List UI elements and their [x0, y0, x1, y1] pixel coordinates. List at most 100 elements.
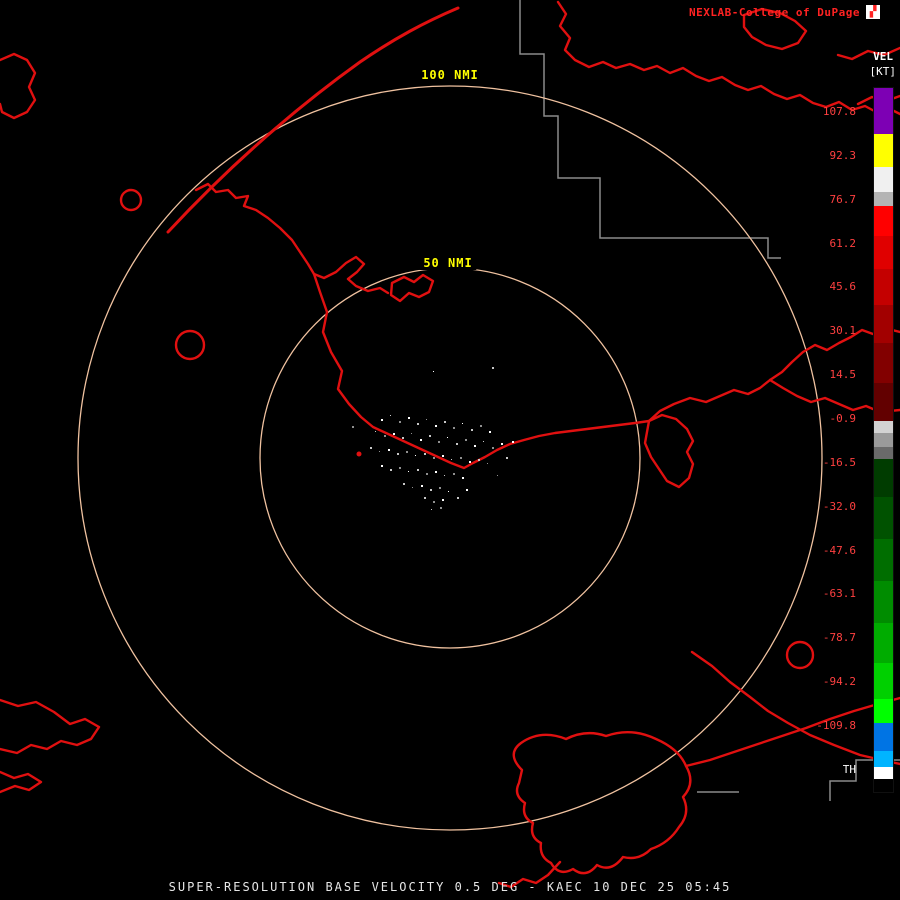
- velocity-echo-pixel: [420, 439, 422, 441]
- velocity-echo-pixel: [402, 437, 404, 439]
- colorbar-segment: [874, 779, 893, 792]
- velocity-echo-pixel: [492, 447, 494, 449]
- velocity-echo-pixel: [435, 425, 437, 427]
- velocity-echo-pixel: [444, 421, 446, 423]
- velocity-echo-pixel: [497, 475, 498, 476]
- velocity-echo-pixel: [478, 459, 480, 461]
- colorbar-segment: [874, 134, 893, 167]
- velocity-echo-pixel: [483, 441, 484, 442]
- velocity-echo-pixel: [442, 455, 444, 457]
- velocity-echo-pixel: [399, 467, 401, 469]
- velocity-echo-pixel: [412, 487, 413, 488]
- velocity-echo-pixel: [438, 441, 440, 443]
- velocity-echo-pixel: [397, 453, 399, 455]
- brand-text: NEXLAB-College of DuPage: [689, 6, 860, 19]
- velocity-echo-pixel: [448, 491, 449, 492]
- velocity-echo-pixel: [403, 483, 405, 485]
- product-caption: SUPER-RESOLUTION BASE VELOCITY 0.5 DEG -…: [168, 880, 732, 894]
- colorbar-segment: [874, 343, 893, 383]
- velocity-echo-pixel: [453, 473, 455, 475]
- colorbar-segment: [874, 539, 893, 581]
- colorbar-segment: [874, 206, 893, 236]
- velocity-echo-pixel: [411, 433, 412, 434]
- velocity-echo-pixel: [393, 433, 395, 435]
- velocity-echo-pixel: [506, 457, 508, 459]
- velocity-echo-pixel: [462, 477, 464, 479]
- colorbar-segment: [874, 305, 893, 343]
- velocity-echo-pixel: [408, 471, 409, 472]
- velocity-echo-pixel: [370, 447, 372, 449]
- colorbar-segment: [874, 663, 893, 699]
- range-rings: [77, 85, 823, 831]
- velocity-echo-pixel: [462, 423, 463, 424]
- velocity-echo-pixel: [390, 469, 392, 471]
- velocity-echo-pixel: [433, 457, 435, 459]
- velocity-echo-pixel: [381, 419, 383, 421]
- coastline-arc: [166, 6, 460, 234]
- ring-label-100nmi: 100 NMI: [417, 68, 483, 82]
- colorbar-segment: [874, 192, 893, 206]
- velocity-echo-pixel: [424, 497, 426, 499]
- velocity-echo-pixel: [444, 475, 445, 476]
- velocity-echo-pixel: [492, 367, 494, 369]
- colorbar-title: VEL: [873, 50, 893, 63]
- colorbar-segment: [874, 767, 893, 779]
- velocity-echo-pixel: [469, 461, 471, 463]
- colorbar-segment: [874, 723, 893, 751]
- velocity-echo-pixel: [417, 423, 419, 425]
- velocity-echo-pixel: [375, 431, 376, 432]
- colorbar-segment: [874, 421, 893, 433]
- velocity-echo-pixel: [424, 453, 426, 455]
- velocity-echo-pixel: [408, 417, 410, 419]
- colorbar-segment: [874, 236, 893, 269]
- velocity-echo-pixel: [421, 485, 423, 487]
- velocity-echo-pixel: [433, 371, 434, 372]
- velocity-echoes: [352, 367, 514, 510]
- colorbar-segment: [874, 459, 893, 497]
- velocity-echo-pixel: [466, 489, 468, 491]
- velocity-echo-pixel: [456, 443, 458, 445]
- velocity-echo-pixel: [429, 435, 431, 437]
- colorbar-units: [KT]: [869, 65, 897, 78]
- colorbar-segment: [874, 699, 893, 723]
- velocity-echo-pixel: [487, 463, 488, 464]
- velocity-echo-pixel: [439, 487, 441, 489]
- velocity-echo-pixel: [381, 465, 383, 467]
- range-ring-50nmi: [259, 267, 641, 649]
- velocity-echo-pixel: [433, 501, 435, 503]
- velocity-echo-pixel: [460, 457, 462, 459]
- ring-label-50nmi: 50 NMI: [419, 256, 477, 270]
- velocity-echo-pixel: [474, 445, 476, 447]
- velocity-echo-pixel: [471, 429, 473, 431]
- range-ring-100nmi: [77, 85, 823, 831]
- velocity-echo-pixel: [457, 497, 459, 499]
- colorbar-segment: [874, 383, 893, 421]
- velocity-echo-pixel: [440, 507, 442, 509]
- colorbar-segment: [874, 623, 893, 663]
- velocity-echo-pixel: [426, 473, 428, 475]
- colorbar-segment: [874, 751, 893, 767]
- velocity-echo-pixel: [352, 426, 354, 428]
- velocity-echo-pixel: [512, 441, 514, 443]
- velocity-echo-pixel: [388, 449, 390, 451]
- velocity-echo-pixel: [430, 489, 432, 491]
- velocity-echo-pixel: [442, 499, 444, 501]
- velocity-echo-pixel: [384, 435, 386, 437]
- radar-display: NEXLAB-College of DuPage ▞ VEL [KT] 107.…: [0, 0, 900, 900]
- brand-logo-icon: ▞: [866, 5, 880, 19]
- velocity-echo-pixel: [489, 431, 491, 433]
- velocity-echo-pixel: [406, 451, 408, 453]
- velocity-echo-pixel: [447, 437, 448, 438]
- velocity-echo-pixel: [453, 427, 455, 429]
- velocity-echo-pixel: [415, 455, 416, 456]
- colorbar-segment: [874, 433, 893, 447]
- velocity-echo-pixel: [451, 459, 452, 460]
- velocity-echo-pixel: [435, 471, 437, 473]
- colorbar-segment: [874, 497, 893, 539]
- velocity-echo-pixel: [465, 439, 467, 441]
- velocity-echo-pixel: [379, 451, 380, 452]
- velocity-echo-pixel: [417, 469, 419, 471]
- coastline-outlines: [0, 0, 900, 889]
- colorbar-segment: [874, 269, 893, 305]
- colorbar-segment: [874, 167, 893, 192]
